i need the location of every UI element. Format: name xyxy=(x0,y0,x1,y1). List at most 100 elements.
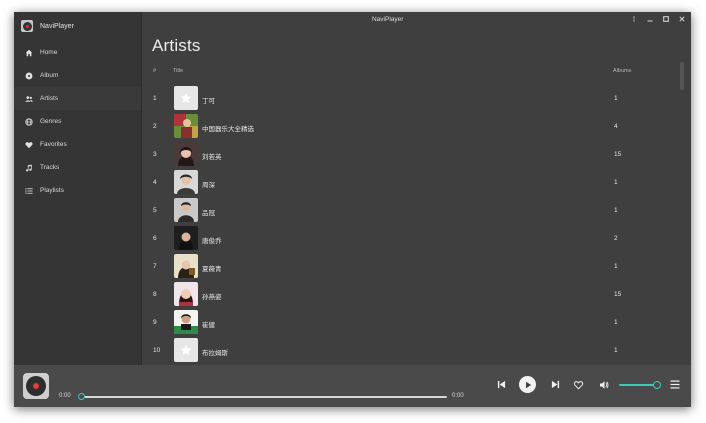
table-row[interactable]: 7 夏薇青 1 xyxy=(142,253,682,281)
table-row[interactable]: 2 中国器乐大全精选 4 xyxy=(142,113,682,141)
row-number: 3 xyxy=(153,151,157,158)
artist-name: 唐俊乔 xyxy=(202,238,222,245)
sidebar-item-label: Home xyxy=(40,49,58,56)
artist-thumbnail xyxy=(174,254,198,278)
album-count: 1 xyxy=(614,207,618,214)
sidebar-item-tracks[interactable]: Tracks xyxy=(14,156,141,179)
album-count: 4 xyxy=(614,123,618,130)
sidebar-item-album[interactable]: Album xyxy=(14,64,141,87)
sidebar-item-favorites[interactable]: Favorites xyxy=(14,133,141,156)
sidebar-nav: Home Album Artists Genres Favorites Trac… xyxy=(14,41,141,202)
table-row[interactable]: 5 品冠 1 xyxy=(142,197,682,225)
artist-thumbnail xyxy=(174,282,198,306)
artist-thumbnail xyxy=(174,86,198,110)
table-row[interactable]: 6 唐俊乔 2 xyxy=(142,225,682,253)
artist-name: 品冠 xyxy=(202,210,215,217)
volume-handle[interactable] xyxy=(653,381,661,389)
column-header-title[interactable]: Title xyxy=(173,68,183,74)
progress-handle[interactable] xyxy=(78,393,85,400)
sidebar-item-label: Favorites xyxy=(40,141,67,148)
artist-thumbnail xyxy=(174,170,198,194)
heart-icon xyxy=(24,140,33,149)
artist-name: 孙燕姿 xyxy=(202,294,222,301)
queue-menu-button[interactable] xyxy=(669,379,680,390)
artist-name: 刘若英 xyxy=(202,154,222,161)
artist-name: 中国器乐大全精选 xyxy=(202,126,254,133)
app-header: NaviPlayer xyxy=(21,18,74,34)
sidebar: NaviPlayer Home Album Artists Genres Fav… xyxy=(14,12,142,365)
row-number: 9 xyxy=(153,319,157,326)
sidebar-item-label: Album xyxy=(40,72,59,79)
row-number: 5 xyxy=(153,207,157,214)
album-count: 2 xyxy=(614,235,618,242)
heart-outline-icon xyxy=(573,380,584,390)
album-disc-icon xyxy=(24,71,33,80)
table-row[interactable]: 10 布拉姆斯 1 xyxy=(142,337,682,365)
artist-name: 崔健 xyxy=(202,322,215,329)
sidebar-item-label: Artists xyxy=(40,95,59,102)
main-content: Artists # Title Albums 1 丁可 1 2 中国器乐大全精选 xyxy=(142,12,691,365)
page-title: Artists xyxy=(152,36,201,55)
column-header-number[interactable]: # xyxy=(153,68,156,74)
artist-thumbnail xyxy=(174,198,198,222)
column-header-albums[interactable]: Albums xyxy=(613,68,631,74)
vinyl-record-icon xyxy=(21,20,33,32)
globe-icon xyxy=(24,117,33,126)
hamburger-menu-icon xyxy=(670,380,679,389)
album-count: 1 xyxy=(614,319,618,326)
row-number: 2 xyxy=(153,123,157,130)
app-name: NaviPlayer xyxy=(40,22,74,30)
table-header: # Title Albums xyxy=(142,68,682,78)
artist-name: 周深 xyxy=(202,182,215,189)
volume-icon xyxy=(599,380,608,389)
player-bar: 0:00 0:00 xyxy=(14,365,691,407)
sidebar-item-label: Genres xyxy=(40,118,62,125)
list-icon xyxy=(24,186,33,195)
home-icon xyxy=(24,48,33,57)
favorite-button[interactable] xyxy=(573,379,584,390)
album-count: 15 xyxy=(614,151,622,158)
progress-bar[interactable] xyxy=(82,396,447,398)
app-window: NaviPlayer Home Album Artists Genres Fav… xyxy=(14,12,691,407)
artist-name: 布拉姆斯 xyxy=(202,350,228,357)
total-time: 0:00 xyxy=(452,393,464,399)
table-row[interactable]: 1 丁可 1 xyxy=(142,85,682,113)
sidebar-item-artists[interactable]: Artists xyxy=(14,87,141,110)
row-number: 8 xyxy=(153,291,157,298)
sidebar-item-home[interactable]: Home xyxy=(14,41,141,64)
next-button[interactable] xyxy=(550,379,560,389)
artist-thumbnail xyxy=(174,310,198,334)
artist-thumbnail xyxy=(174,226,198,250)
row-number: 10 xyxy=(153,347,161,354)
album-count: 1 xyxy=(614,179,618,186)
play-button[interactable] xyxy=(519,376,536,393)
scrollbar[interactable] xyxy=(680,62,684,90)
music-note-icon xyxy=(24,163,33,172)
row-number: 4 xyxy=(153,179,157,186)
artist-name: 夏薇青 xyxy=(202,266,222,273)
row-number: 1 xyxy=(153,95,157,102)
people-icon xyxy=(24,94,33,103)
album-count: 1 xyxy=(614,95,618,102)
artist-list: 1 丁可 1 2 中国器乐大全精选 4 3 刘若英 15 4 周深 1 5 品冠… xyxy=(142,85,682,365)
sidebar-item-genres[interactable]: Genres xyxy=(14,110,141,133)
row-number: 6 xyxy=(153,235,157,242)
album-count: 15 xyxy=(614,291,622,298)
artist-thumbnail xyxy=(174,142,198,166)
previous-button[interactable] xyxy=(496,379,506,389)
sidebar-item-label: Playlists xyxy=(40,187,64,194)
table-row[interactable]: 3 刘若英 15 xyxy=(142,141,682,169)
table-row[interactable]: 8 孙燕姿 15 xyxy=(142,281,682,309)
row-number: 7 xyxy=(153,263,157,270)
table-row[interactable]: 9 崔健 1 xyxy=(142,309,682,337)
sidebar-item-playlists[interactable]: Playlists xyxy=(14,179,141,202)
volume-button[interactable] xyxy=(598,379,609,390)
album-count: 1 xyxy=(614,347,618,354)
album-count: 1 xyxy=(614,263,618,270)
sidebar-item-label: Tracks xyxy=(40,164,60,171)
table-row[interactable]: 4 周深 1 xyxy=(142,169,682,197)
now-playing-cover[interactable] xyxy=(23,373,49,399)
current-time: 0:00 xyxy=(59,393,71,399)
skip-previous-icon xyxy=(497,380,505,388)
star-icon xyxy=(180,92,192,104)
